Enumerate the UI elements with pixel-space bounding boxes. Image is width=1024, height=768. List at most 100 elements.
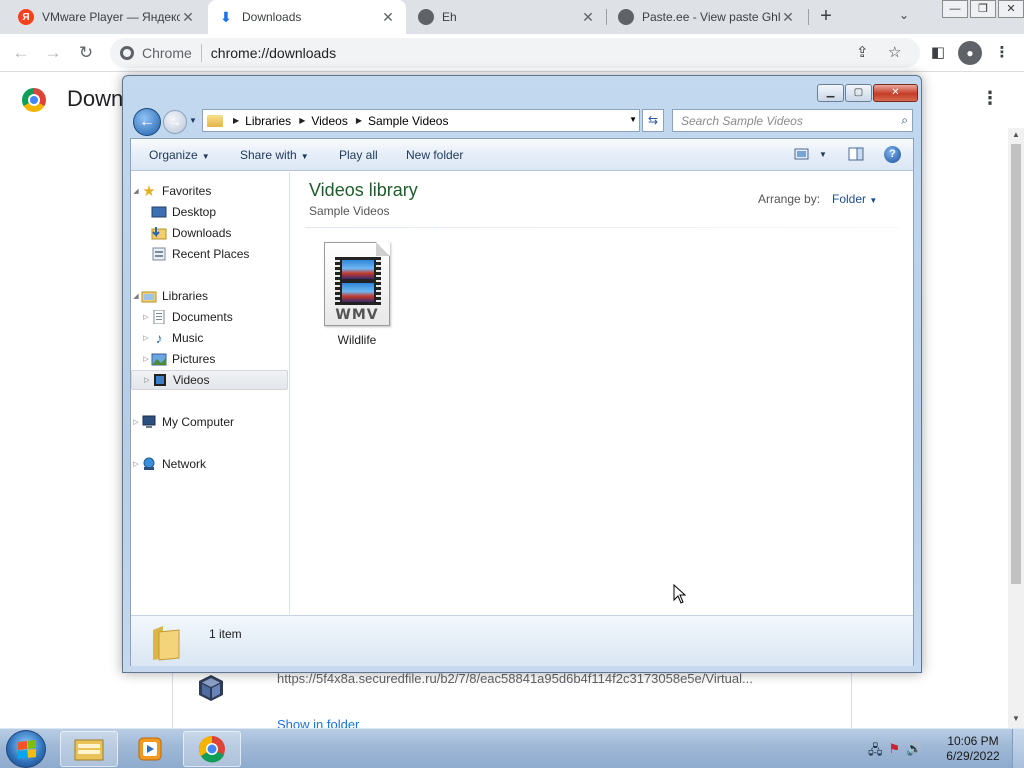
chevron-right-icon[interactable]: ▶ xyxy=(299,116,305,125)
change-view-icon[interactable] xyxy=(794,147,810,161)
forward-arrow-icon[interactable]: → xyxy=(40,40,66,66)
action-center-icon[interactable]: ⚑ xyxy=(889,741,901,763)
volume-icon[interactable]: 🔊 xyxy=(906,741,922,763)
maximize-icon[interactable]: ▢ xyxy=(845,84,872,102)
taskbar-media-player[interactable] xyxy=(121,731,179,767)
nav-documents[interactable]: ▷ Documents xyxy=(131,307,288,327)
nav-desktop[interactable]: Desktop xyxy=(131,202,288,222)
expanded-triangle-icon[interactable]: ◢ xyxy=(131,292,141,300)
scroll-down-arrow-icon[interactable]: ▼ xyxy=(1008,714,1024,728)
more-actions-icon[interactable]: ⋮ xyxy=(980,88,1000,109)
scroll-up-arrow-icon[interactable]: ▲ xyxy=(1008,130,1024,144)
libraries-icon xyxy=(141,291,157,303)
nav-pictures[interactable]: ▷ Pictures xyxy=(131,349,288,369)
search-input[interactable]: Search Sample Videos ⌕ xyxy=(672,109,913,132)
collapsed-triangle-icon[interactable]: ▷ xyxy=(141,313,151,321)
breadcrumb-videos[interactable]: Videos xyxy=(311,114,347,128)
new-tab-button[interactable]: + xyxy=(814,5,838,29)
system-clock[interactable]: 10:06 PM 6/29/2022 xyxy=(940,734,1006,764)
help-icon[interactable]: ? xyxy=(884,146,901,163)
tab-search-icon[interactable]: ⌄ xyxy=(894,8,914,26)
collapsed-triangle-icon[interactable]: ▷ xyxy=(141,355,151,363)
close-tab-icon[interactable]: ✕ xyxy=(180,9,196,25)
close-window-icon[interactable]: ✕ xyxy=(998,0,1024,18)
explorer-address-bar[interactable]: ▶ Libraries ▶ Videos ▶ Sample Videos ▼ xyxy=(202,109,640,132)
chevron-right-icon[interactable]: ▶ xyxy=(233,116,239,125)
recent-pages-dropdown-icon[interactable]: ▼ xyxy=(189,116,197,125)
page-scrollbar[interactable]: ▲ ▼ xyxy=(1008,128,1024,728)
film-holes xyxy=(335,257,340,305)
breadcrumb-libraries[interactable]: Libraries xyxy=(245,114,291,128)
nav-libraries[interactable]: ◢ Libraries xyxy=(131,286,288,306)
nav-downloads[interactable]: Downloads xyxy=(131,223,288,243)
breadcrumb-sample-videos[interactable]: Sample Videos xyxy=(368,114,449,128)
nav-favorites[interactable]: ◢ ★ Favorites xyxy=(131,181,288,201)
tab-downloads[interactable]: ⬇ Downloads ✕ xyxy=(208,0,406,34)
content-pane[interactable]: Videos library Sample Videos Arrange by:… xyxy=(291,172,913,614)
address-bar[interactable]: Chrome chrome://downloads ⇪ ☆ xyxy=(110,38,920,68)
view-options-dropdown-icon[interactable]: ▼ xyxy=(819,150,827,159)
nav-my-computer[interactable]: ▷ My Computer xyxy=(131,412,288,432)
tab-title: Paste.ee - View paste Ghl xyxy=(642,10,780,24)
profile-avatar-icon[interactable]: ● xyxy=(958,41,982,65)
chevron-right-icon[interactable]: ▶ xyxy=(356,116,362,125)
tab-title: Eh xyxy=(442,10,457,24)
arrange-by-dropdown[interactable]: Folder ▼ xyxy=(832,192,877,206)
folder-icon xyxy=(207,114,223,127)
nav-label: Libraries xyxy=(162,289,209,303)
play-all-button[interactable]: Play all xyxy=(339,148,378,162)
share-with-button[interactable]: Share with ▼ xyxy=(240,148,309,162)
collapsed-triangle-icon[interactable]: ▷ xyxy=(141,334,151,342)
bookmark-star-icon[interactable]: ☆ xyxy=(888,38,901,68)
file-item-wildlife[interactable]: WMV Wildlife xyxy=(319,242,395,347)
close-icon[interactable]: ✕ xyxy=(873,84,918,102)
system-tray: 🖧 ⚑ 🔊 xyxy=(868,741,922,763)
refresh-icon[interactable]: ⇆ xyxy=(642,109,664,132)
new-folder-button[interactable]: New folder xyxy=(406,148,463,162)
back-arrow-icon[interactable]: ← xyxy=(133,108,161,136)
show-desktop-button[interactable] xyxy=(1012,729,1024,768)
collapsed-triangle-icon[interactable]: ▷ xyxy=(131,460,141,468)
close-tab-icon[interactable]: ✕ xyxy=(780,9,796,25)
preview-pane-icon[interactable] xyxy=(848,147,864,161)
minimize-icon[interactable]: ▁ xyxy=(817,84,844,102)
close-tab-icon[interactable]: ✕ xyxy=(580,9,596,25)
video-file-icon: WMV xyxy=(324,242,390,326)
music-icon: ♪ xyxy=(155,330,163,346)
forward-arrow-icon[interactable]: → xyxy=(163,110,187,134)
side-panel-icon[interactable]: ◧ xyxy=(926,41,950,65)
reload-icon[interactable]: ↻ xyxy=(73,40,99,66)
address-dropdown-icon[interactable]: ▼ xyxy=(629,115,637,124)
tab-eh[interactable]: Eh ✕ xyxy=(408,0,606,34)
restore-icon[interactable]: ❐ xyxy=(970,0,996,18)
nav-videos[interactable]: ▷ Videos xyxy=(131,370,288,390)
back-arrow-icon[interactable]: ← xyxy=(8,40,34,66)
taskbar-explorer[interactable] xyxy=(60,731,118,767)
scrollbar-thumb[interactable] xyxy=(1011,144,1021,584)
collapsed-triangle-icon[interactable]: ▷ xyxy=(142,376,152,384)
omnibox-separator xyxy=(200,44,202,62)
nav-network[interactable]: ▷ Network xyxy=(131,454,288,474)
close-tab-icon[interactable]: ✕ xyxy=(380,9,396,25)
tab-separator xyxy=(808,9,809,25)
globe-icon xyxy=(418,9,434,25)
nav-recent-places[interactable]: Recent Places xyxy=(131,244,288,264)
nav-music[interactable]: ▷ ♪ Music xyxy=(131,328,288,348)
network-status-icon[interactable]: 🖧 xyxy=(868,741,883,763)
site-label: Chrome xyxy=(142,45,192,61)
collapsed-triangle-icon[interactable]: ▷ xyxy=(131,418,141,426)
tab-vmware-player[interactable]: Я VMware Player — Яндекс ✕ xyxy=(8,0,206,34)
chrome-menu-icon[interactable]: ⋮ xyxy=(990,41,1014,65)
tab-paste-ee[interactable]: Paste.ee - View paste Ghl ✕ xyxy=(608,0,806,34)
expanded-triangle-icon[interactable]: ◢ xyxy=(131,187,141,195)
chrome-logo-icon xyxy=(22,88,46,112)
taskbar-chrome[interactable] xyxy=(183,731,241,767)
start-button[interactable] xyxy=(6,730,46,768)
minimize-icon[interactable]: — xyxy=(942,0,968,18)
explorer-folder-icon xyxy=(74,739,104,761)
nav-label: Network xyxy=(162,457,207,471)
share-icon[interactable]: ⇪ xyxy=(856,38,869,68)
search-icon[interactable]: ⌕ xyxy=(901,113,908,128)
organize-button[interactable]: Organize ▼ xyxy=(149,148,210,162)
download-url[interactable]: https://5f4x8a.securedfile.ru/b2/7/8/eac… xyxy=(277,671,753,686)
